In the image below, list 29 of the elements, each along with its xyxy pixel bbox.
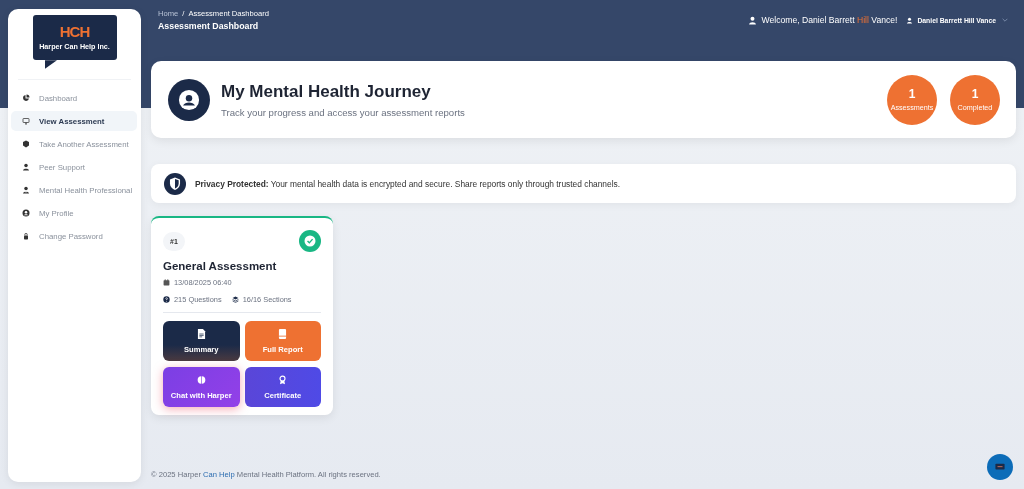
speech-tail-icon (44, 60, 57, 69)
privacy-text: Privacy Protected: Your mental health data is encrypted and secure. Share reports only through trusted channels. (195, 178, 621, 189)
chat-icon (995, 462, 1005, 472)
cube-icon (22, 140, 30, 148)
logo-mark: HCH (59, 24, 90, 40)
person-icon (22, 163, 30, 171)
caret-icon (1002, 18, 1008, 22)
person-icon (22, 186, 30, 194)
shield-icon (164, 172, 186, 195)
layers-icon (231, 296, 239, 303)
calendar-icon (163, 279, 170, 286)
document-icon (196, 328, 206, 339)
hero-subtitle: Track your progress and access your assessment reports (221, 106, 466, 118)
user-icon (747, 15, 757, 25)
brain-icon (196, 374, 206, 385)
question-icon (163, 296, 170, 303)
page-title: Assessment Dashboard (158, 21, 260, 31)
book-icon (278, 328, 288, 339)
welcome-text: Welcome, Daniel Barrett Hill Vance! (761, 15, 898, 25)
hero-title: My Mental Health Journey (221, 81, 432, 102)
profile-icon (22, 209, 30, 217)
assessment-title: General Assessment (163, 260, 278, 272)
pie-chart-icon (22, 94, 30, 102)
chat-button[interactable] (987, 454, 1013, 480)
lock-icon (22, 232, 30, 240)
award-icon (278, 374, 288, 385)
user-icon (906, 16, 914, 24)
monitor-icon (22, 117, 30, 125)
profile-icon (168, 78, 210, 121)
